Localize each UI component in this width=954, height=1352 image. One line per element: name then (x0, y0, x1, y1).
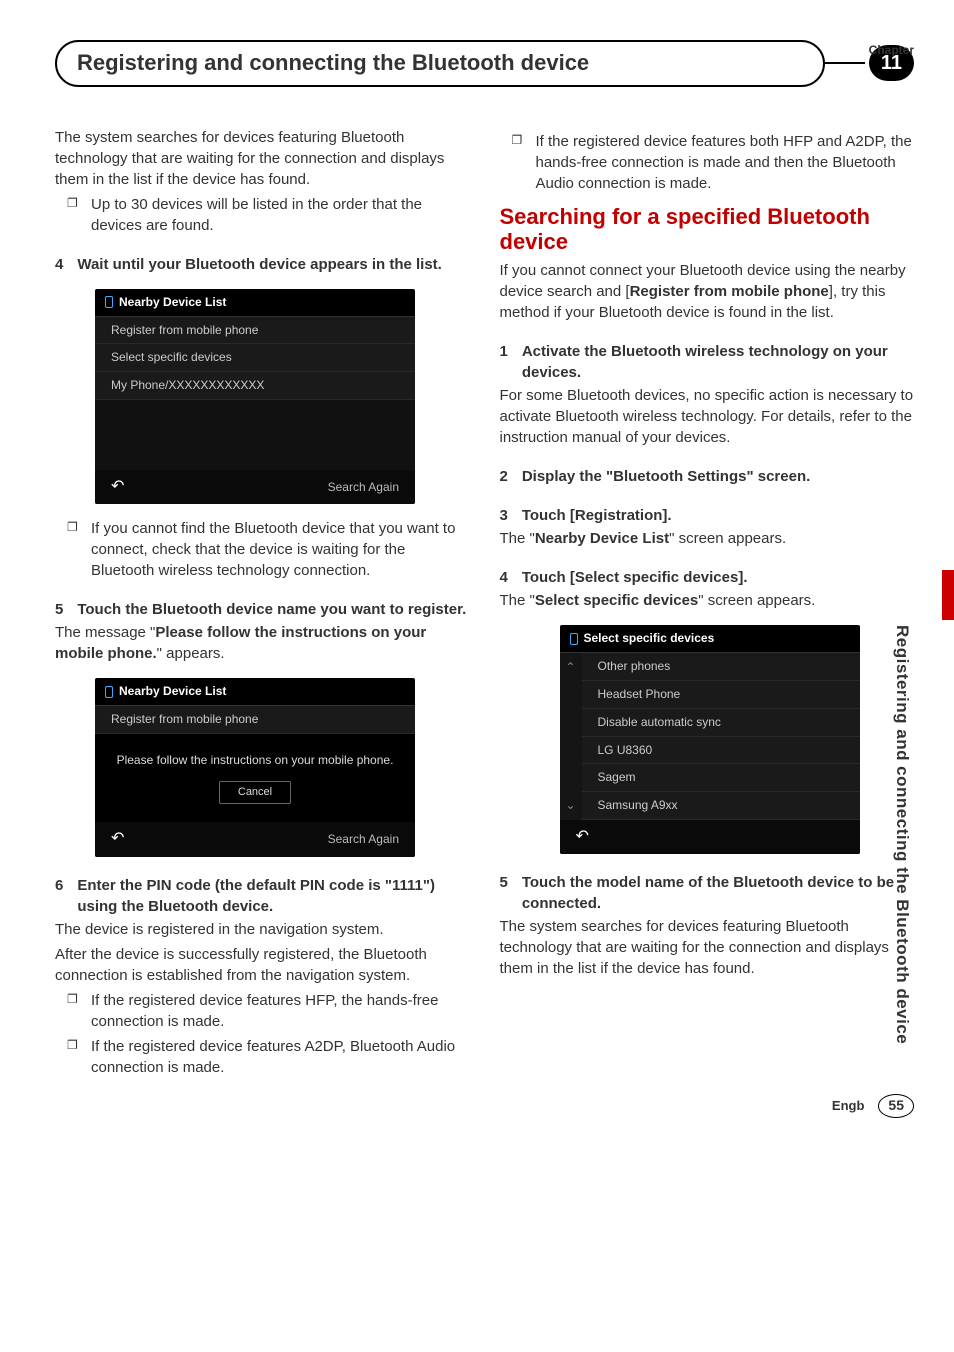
intro-bullet: Up to 30 devices will be listed in the o… (91, 194, 470, 236)
list-item: Select specific devices (95, 344, 415, 372)
page-header: Registering and connecting the Bluetooth… (55, 40, 914, 87)
header-connector (825, 62, 865, 64)
step-6-paragraph-1: The device is registered in the navigati… (55, 919, 470, 940)
list-item: Sagem (582, 764, 860, 792)
step-number: 5 (500, 872, 508, 914)
step-number: 4 (55, 254, 63, 275)
screenshot-title: Nearby Device List (95, 678, 415, 706)
step-text: Enter the PIN code (the default PIN code… (77, 875, 469, 917)
step-5-paragraph: The system searches for devices featurin… (500, 916, 915, 979)
step-4-paragraph: The "Select specific devices" screen app… (500, 590, 915, 611)
list-item: Headset Phone (582, 681, 860, 709)
step-number: 6 (55, 875, 63, 917)
step-2-heading: 2 Display the "Bluetooth Settings" scree… (500, 466, 915, 487)
list-item: Register from mobile phone (95, 317, 415, 345)
step-4-heading: 4 Wait until your Bluetooth device appea… (55, 254, 470, 275)
screenshot-nearby-device-list-2: Nearby Device List Register from mobile … (95, 678, 415, 856)
scroll-up-icon: ⌃ (565, 659, 575, 676)
list-item: LG U8360 (582, 737, 860, 765)
step-number: 3 (500, 505, 508, 526)
bluetooth-icon (570, 633, 578, 645)
search-again-button: Search Again (328, 479, 399, 496)
step-number: 5 (55, 599, 63, 620)
step-1-paragraph: For some Bluetooth devices, no specific … (500, 385, 915, 448)
step-1-heading: 1 Activate the Bluetooth wireless techno… (500, 341, 915, 383)
list-item: Other phones (582, 653, 860, 681)
step-6-paragraph-2: After the device is successfully registe… (55, 944, 470, 986)
right-column: If the registered device features both H… (500, 127, 915, 1082)
screenshot-select-specific-devices: Select specific devices ⌃ ⌄ Other phones… (560, 625, 860, 854)
page-number: 55 (878, 1094, 914, 1118)
step-4-bullet: If you cannot find the Bluetooth device … (91, 518, 470, 581)
side-tab-marker (942, 570, 954, 620)
screenshot-title: Nearby Device List (95, 289, 415, 317)
step-number: 4 (500, 567, 508, 588)
list-item: My Phone/XXXXXXXXXXXX (95, 372, 415, 400)
step-5-heading: 5 Touch the Bluetooth device name you wa… (55, 599, 470, 620)
chapter-label: Chapter (869, 42, 914, 59)
step-4-heading: 4 Touch [Select specific devices]. (500, 567, 915, 588)
back-icon: ↶ (111, 476, 124, 498)
step-text: Activate the Bluetooth wireless technolo… (522, 341, 914, 383)
header-title: Registering and connecting the Bluetooth… (55, 40, 825, 87)
step-text: Touch the model name of the Bluetooth de… (522, 872, 914, 914)
step-3-heading: 3 Touch [Registration]. (500, 505, 915, 526)
top-bullet: If the registered device features both H… (536, 131, 915, 194)
footer-lang: Engb (832, 1097, 865, 1115)
cancel-button: Cancel (219, 781, 291, 804)
list-item: Disable automatic sync (582, 709, 860, 737)
step-6-bullet: If the registered device features HFP, t… (91, 990, 470, 1032)
side-vertical-title: Registering and connecting the Bluetooth… (890, 625, 914, 1044)
step-5-heading: 5 Touch the model name of the Bluetooth … (500, 872, 915, 914)
left-column: The system searches for devices featurin… (55, 127, 470, 1082)
step-number: 1 (500, 341, 508, 383)
step-3-paragraph: The "Nearby Device List" screen appears. (500, 528, 915, 549)
step-5-message: The message "Please follow the instructi… (55, 622, 470, 664)
search-again-button: Search Again (328, 831, 399, 848)
step-6-heading: 6 Enter the PIN code (the default PIN co… (55, 875, 470, 917)
list-item: Register from mobile phone (95, 706, 415, 734)
list-item: Samsung A9xx (582, 792, 860, 820)
bluetooth-icon (105, 686, 113, 698)
scroll-down-icon: ⌄ (565, 797, 575, 814)
section-intro: If you cannot connect your Bluetooth dev… (500, 260, 915, 323)
step-text: Touch the Bluetooth device name you want… (77, 599, 466, 620)
step-text: Display the "Bluetooth Settings" screen. (522, 466, 810, 487)
step-text: Touch [Registration]. (522, 505, 672, 526)
step-text: Touch [Select specific devices]. (522, 567, 748, 588)
scroll-bar: ⌃ ⌄ (560, 653, 582, 820)
back-icon: ↶ (111, 828, 124, 850)
section-heading: Searching for a specified Bluetooth devi… (500, 204, 915, 255)
screenshot-nearby-device-list-1: Nearby Device List Register from mobile … (95, 289, 415, 505)
page-footer: Engb 55 (832, 1094, 914, 1118)
step-text: Wait until your Bluetooth device appears… (77, 254, 442, 275)
back-icon: ↶ (576, 826, 589, 848)
step-6-bullet: If the registered device features A2DP, … (91, 1036, 470, 1078)
intro-paragraph: The system searches for devices featurin… (55, 127, 470, 190)
bluetooth-icon (105, 296, 113, 308)
step-number: 2 (500, 466, 508, 487)
dialog-message: Please follow the instructions on your m… (95, 734, 415, 822)
screenshot-title: Select specific devices (560, 625, 860, 653)
